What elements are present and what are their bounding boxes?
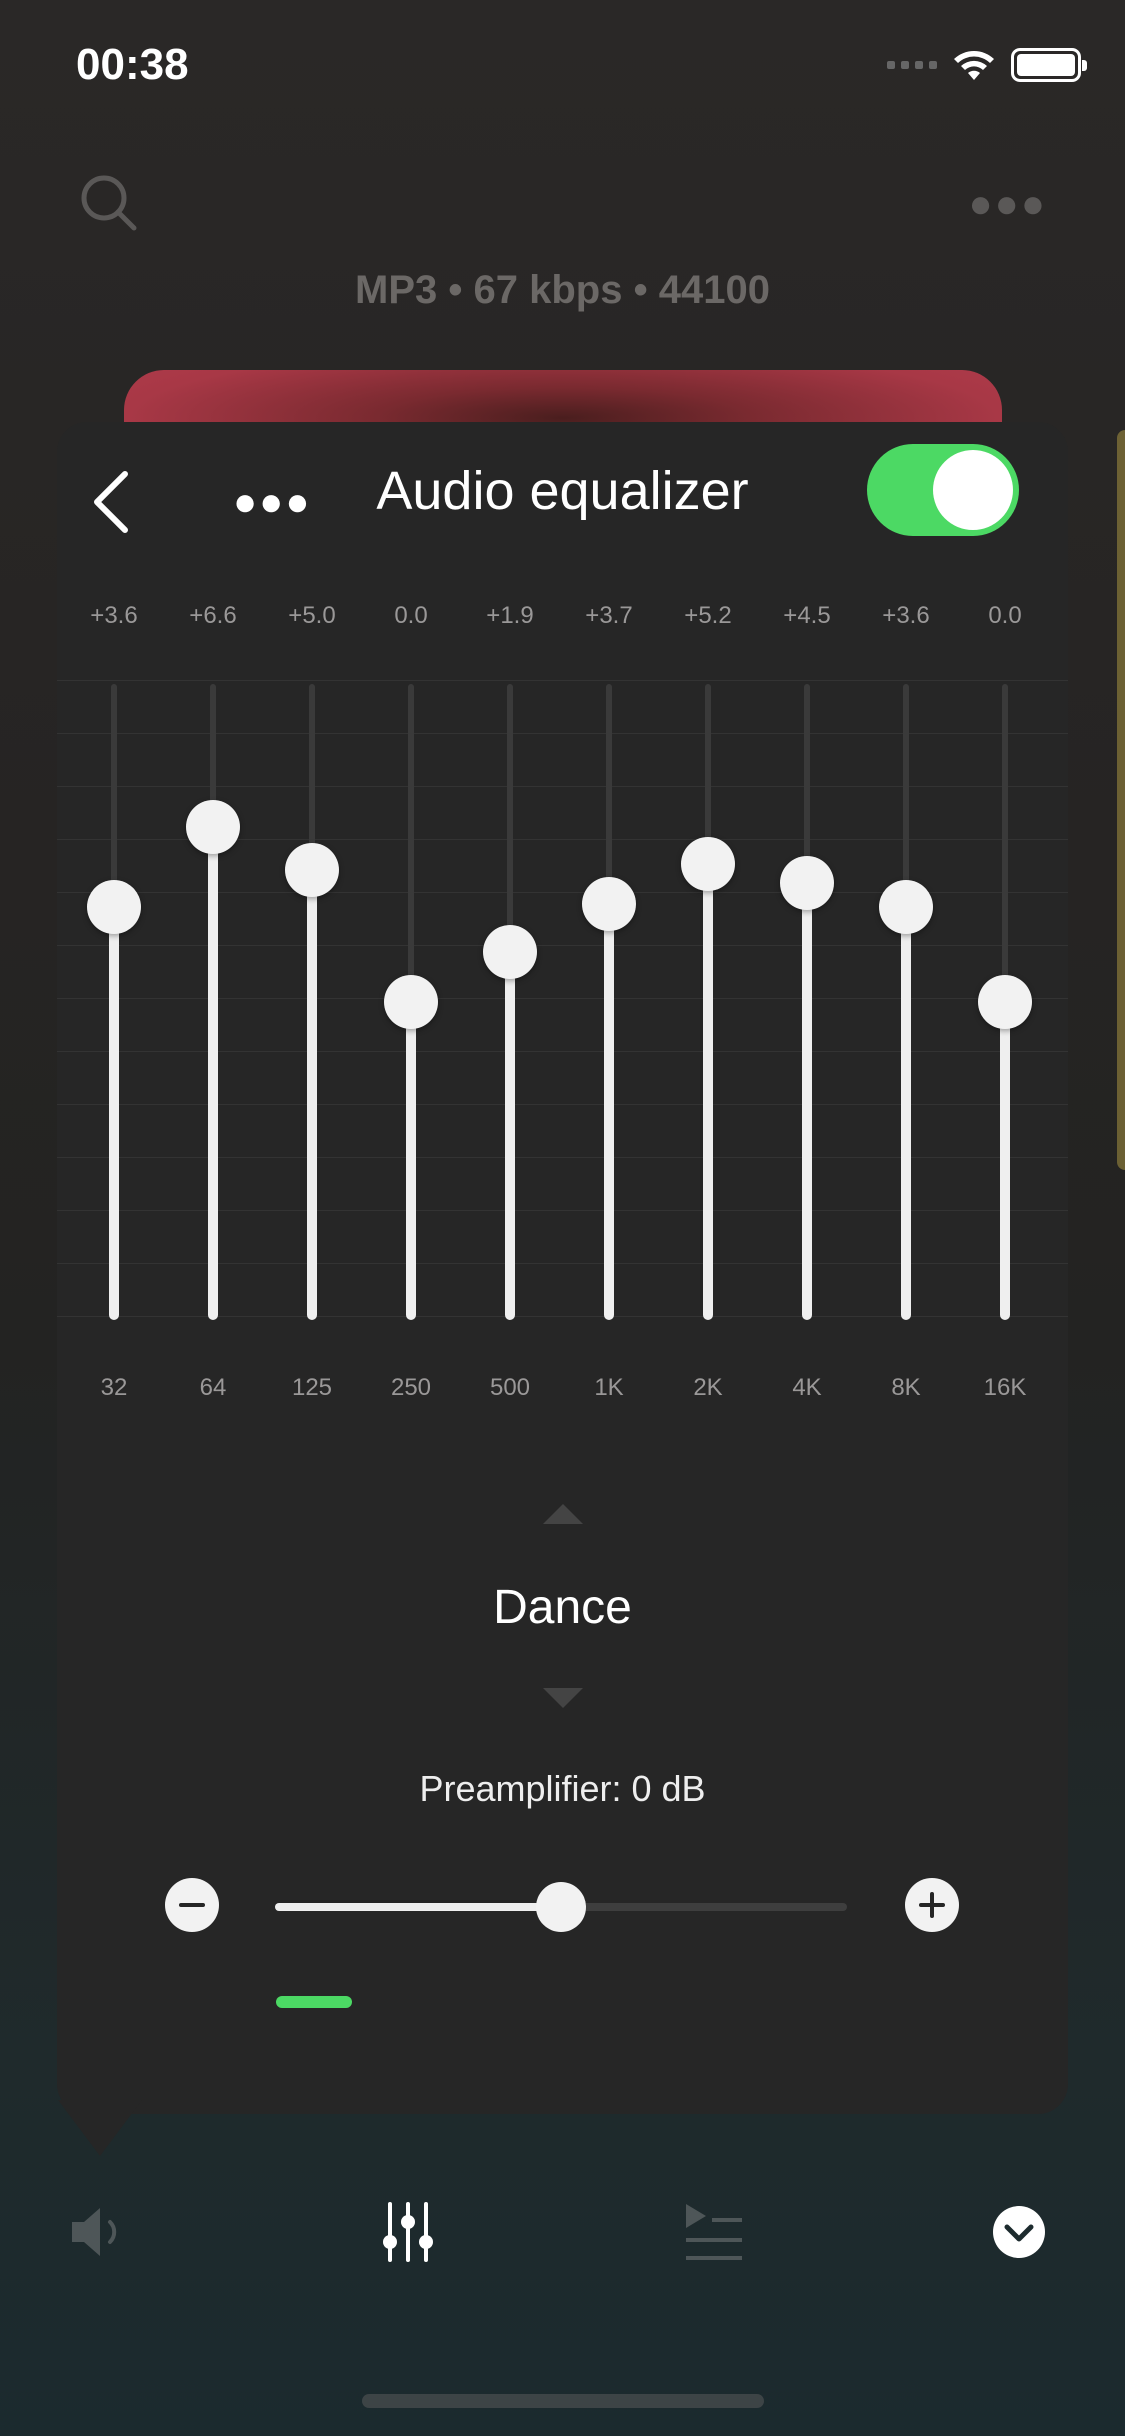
gain-label: +3.6 <box>882 602 930 629</box>
volume-icon[interactable] <box>68 2200 128 2264</box>
cellular-signal-icon <box>887 61 937 69</box>
gain-label: +5.2 <box>684 602 732 629</box>
equalizer-panel: ●●● Audio equalizer +3.6 +6.6 +5.0 0.0 +1.9 +… <box>57 422 1068 2114</box>
eq-band-slider[interactable] <box>482 684 538 1320</box>
band-thumb[interactable] <box>879 879 933 934</box>
panel-pointer <box>58 2100 142 2156</box>
frequency-label: 32 <box>100 1374 128 1401</box>
band-thumb[interactable] <box>483 924 537 979</box>
band-thumb[interactable] <box>681 837 735 892</box>
band-thumb[interactable] <box>780 855 834 910</box>
gain-label: 0.0 <box>988 602 1022 629</box>
status-time: 00:38 <box>76 40 189 89</box>
frequency-label: 250 <box>390 1374 432 1401</box>
frequency-label: 2K <box>693 1374 723 1401</box>
gain-label: +1.9 <box>486 602 534 629</box>
battery-icon <box>1011 48 1087 82</box>
frequency-label: 8K <box>891 1374 921 1401</box>
band-fill <box>901 906 911 1320</box>
equalizer-toggle[interactable] <box>867 444 1019 536</box>
eq-band-slider[interactable] <box>878 684 934 1320</box>
band-fill <box>604 903 614 1320</box>
frequency-label: 1K <box>594 1374 624 1401</box>
band-fill <box>505 951 515 1320</box>
preamp-increase-button[interactable] <box>905 1878 959 1932</box>
band-fill <box>1000 1002 1010 1320</box>
preamp-decrease-button[interactable] <box>165 1878 219 1932</box>
status-icons <box>887 48 1087 82</box>
gain-label: +3.6 <box>90 602 138 629</box>
frequency-label: 500 <box>489 1374 531 1401</box>
wifi-icon <box>954 51 994 80</box>
band-thumb[interactable] <box>978 975 1032 1029</box>
search-icon[interactable] <box>78 172 140 234</box>
band-thumb[interactable] <box>87 879 141 934</box>
eq-band-slider[interactable] <box>284 684 340 1320</box>
next-card-edge <box>1117 430 1125 1170</box>
queue-icon[interactable] <box>684 2200 744 2264</box>
band-fill <box>307 869 317 1320</box>
frequency-label: 4K <box>792 1374 822 1401</box>
gain-label: +6.6 <box>189 602 237 629</box>
toggle-knob <box>933 450 1013 530</box>
page-indicator <box>276 1996 352 2008</box>
band-fill <box>703 864 713 1320</box>
eq-band-slider[interactable] <box>779 684 835 1320</box>
frequency-label: 125 <box>291 1374 333 1401</box>
preset-previous-arrow[interactable] <box>543 1504 583 1524</box>
eq-band-slider[interactable] <box>581 684 637 1320</box>
gain-label: 0.0 <box>394 602 428 629</box>
eq-band-slider[interactable] <box>86 684 142 1320</box>
preamp-rail-fill <box>275 1903 561 1911</box>
band-thumb[interactable] <box>582 876 636 931</box>
track-info: MP3 • 67 kbps • 44100 <box>355 268 770 312</box>
gain-label: +5.0 <box>288 602 336 629</box>
chevron-down-icon[interactable] <box>992 2200 1046 2264</box>
preset-next-arrow[interactable] <box>543 1688 583 1708</box>
frequency-label: 64 <box>199 1374 227 1401</box>
eq-band-slider[interactable] <box>383 684 439 1320</box>
band-fill <box>109 906 119 1320</box>
eq-band-slider[interactable] <box>977 684 1033 1320</box>
preamp-slider[interactable] <box>275 1882 847 1932</box>
gain-label: +4.5 <box>783 602 831 629</box>
band-thumb[interactable] <box>186 800 240 855</box>
home-indicator <box>362 2394 764 2408</box>
band-thumb[interactable] <box>384 975 438 1029</box>
preamp-thumb[interactable] <box>536 1882 586 1932</box>
gain-label: +3.7 <box>585 602 633 629</box>
band-fill <box>802 882 812 1320</box>
more-icon[interactable]: ●●● <box>969 182 1047 227</box>
eq-band-slider[interactable] <box>680 684 736 1320</box>
frequency-label: 16K <box>983 1374 1027 1401</box>
grid-line <box>57 680 1068 681</box>
band-thumb[interactable] <box>285 842 339 897</box>
eq-band-slider[interactable] <box>185 684 241 1320</box>
gain-labels: +3.6 +6.6 +5.0 0.0 +1.9 +3.7 +5.2 +4.5 +3.6 0.0 <box>57 602 1068 642</box>
equalizer-icon[interactable] <box>382 2200 434 2264</box>
frequency-labels: 32 64 125 250 500 1K 2K 4K 8K 16K <box>57 1374 1068 1414</box>
band-fill <box>406 1002 416 1320</box>
preamp-label: Preamplifier: 0 dB <box>419 1768 706 1809</box>
band-fill <box>208 827 218 1320</box>
preset-name[interactable]: Dance <box>57 1580 1068 1635</box>
